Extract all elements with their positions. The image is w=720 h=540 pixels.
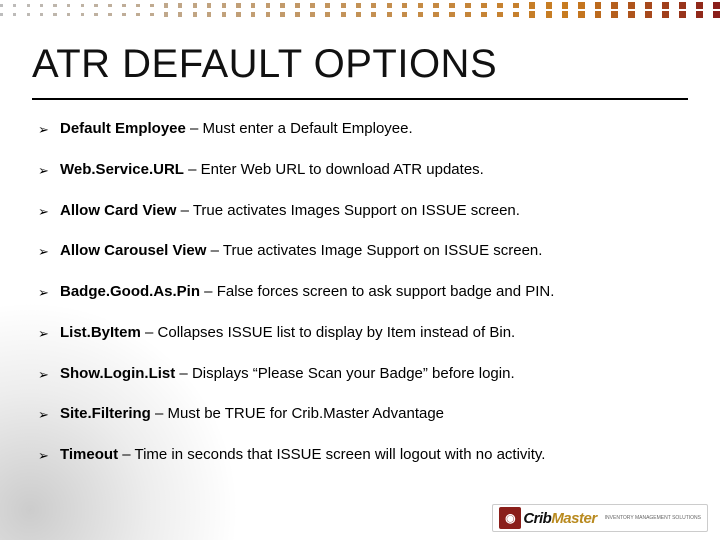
bullet-desc: – Enter Web URL to download ATR updates. (184, 161, 484, 178)
bullet-term: Timeout (60, 446, 118, 463)
bullet-item: ➢ Web.Service.URL – Enter Web URL to down… (38, 161, 682, 180)
slide-title: ATR DEFAULT OPTIONS (32, 42, 497, 87)
bullet-desc: – True activates Image Support on ISSUE … (206, 242, 542, 259)
bullet-desc: – False forces screen to ask support bad… (200, 283, 554, 300)
title-underline (32, 98, 688, 100)
bullet-arrow-icon: ➢ (38, 407, 49, 423)
bullet-term: Site.Filtering (60, 405, 151, 422)
bullet-term: Show.Login.List (60, 365, 175, 382)
bullet-desc: – Must enter a Default Employee. (186, 120, 413, 137)
bullet-item: ➢ Show.Login.List – Displays “Please Scan… (38, 365, 682, 384)
bullet-term: Default Employee (60, 120, 186, 137)
bullet-arrow-icon: ➢ (38, 285, 49, 301)
bullet-term: Allow Carousel View (60, 242, 206, 259)
bullet-term: Badge.Good.As.Pin (60, 283, 200, 300)
bullet-desc: – True activates Images Support on ISSUE… (176, 202, 520, 219)
bullet-item: ➢ Site.Filtering – Must be TRUE for Crib.… (38, 405, 682, 424)
top-dot-band (0, 0, 720, 18)
bullet-desc: – Displays “Please Scan your Badge” befo… (175, 365, 514, 382)
bullet-desc: – Collapses ISSUE list to display by Ite… (141, 324, 515, 341)
bullet-item: ➢ Timeout – Time in seconds that ISSUE sc… (38, 446, 682, 465)
bullet-arrow-icon: ➢ (38, 163, 49, 179)
slide: ATR DEFAULT OPTIONS ➢ Default Employee – … (0, 0, 720, 540)
bullet-item: ➢ Allow Carousel View – True activates Im… (38, 242, 682, 261)
logo-text-2: Master (551, 510, 596, 527)
bullet-term: List.ByItem (60, 324, 141, 341)
bullet-item: ➢ Default Employee – Must enter a Default… (38, 120, 682, 139)
bullet-item: ➢ Badge.Good.As.Pin – False forces screen… (38, 283, 682, 302)
bullet-list: ➢ Default Employee – Must enter a Default… (38, 120, 682, 465)
cribmaster-logo: ◉ Crib Master INVENTORY MANAGEMENT SOLUT… (492, 504, 708, 532)
logo-tagline: INVENTORY MANAGEMENT SOLUTIONS (605, 515, 701, 521)
logo-mark-icon: ◉ (499, 507, 521, 529)
bullet-arrow-icon: ➢ (38, 122, 49, 138)
bullet-desc: – Must be TRUE for Crib.Master Advantage (151, 405, 444, 422)
bullet-list-container: ➢ Default Employee – Must enter a Default… (38, 120, 682, 487)
bullet-arrow-icon: ➢ (38, 204, 49, 220)
bullet-term: Allow Card View (60, 202, 176, 219)
bullet-arrow-icon: ➢ (38, 244, 49, 260)
bullet-arrow-icon: ➢ (38, 448, 49, 464)
logo-text-1: Crib (523, 510, 551, 527)
bullet-desc: – Time in seconds that ISSUE screen will… (118, 446, 545, 463)
bullet-term: Web.Service.URL (60, 161, 184, 178)
bullet-item: ➢ Allow Card View – True activates Images… (38, 202, 682, 221)
bullet-arrow-icon: ➢ (38, 367, 49, 383)
bullet-item: ➢ List.ByItem – Collapses ISSUE list to d… (38, 324, 682, 343)
bullet-arrow-icon: ➢ (38, 326, 49, 342)
